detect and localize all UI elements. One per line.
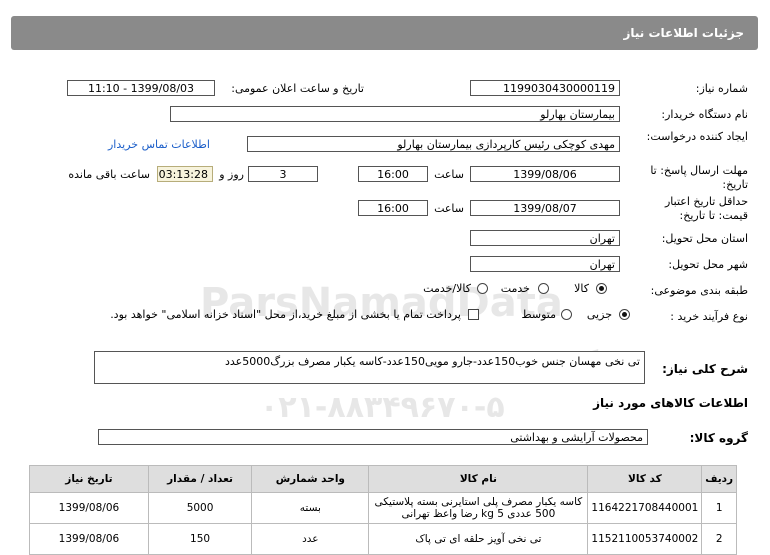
city-field: تهران [470,256,620,272]
creator-label: ایجاد کننده درخواست: [646,130,748,143]
province-label: استان محل تحویل: [661,232,748,245]
goods-table: ردیف کد کالا نام کالا واحد شمارش تعداد /… [29,465,737,555]
cell-unit: عدد [251,523,370,555]
cell-date: 1399/08/06 [29,492,149,524]
goods-info-title: اطلاعات کالاهای مورد نیاز [593,396,748,410]
category-goods-radio[interactable] [596,283,607,294]
reply-time-label: ساعت [434,168,464,181]
category-goods-label: کالا [574,282,589,295]
description-field: تی نخی مهسان جنس خوب150عدد-جارو مویی150ع… [94,351,645,384]
cell-row: 2 [701,523,737,555]
cell-date: 1399/08/06 [29,523,149,555]
announce-date-label: تاریخ و ساعت اعلان عمومی: [231,82,364,95]
validity-time-label: ساعت [434,202,464,215]
category-both-radio[interactable] [477,283,488,294]
cell-qty: 150 [147,523,253,555]
col-qty: تعداد / مقدار [147,465,253,493]
cell-name: تی نخی آویز حلقه ای تی پاک [368,523,589,555]
remaining-timer: 03:13:28 [157,166,213,182]
buyer-org-field: بیمارستان بهارلو [170,106,620,122]
table-row: 2 1152110053740002 تی نخی آویز حلقه ای ت… [29,523,737,555]
goods-group-field: محصولات آرایشی و بهداشتی [98,429,648,445]
cell-name: کاسه یکبار مصرف پلی استایرنی بسته پلاستی… [368,492,589,524]
cell-unit: بسته [251,492,370,524]
description-label: شرح کلی نیاز: [662,362,748,376]
category-label: طبقه بندی موضوعی: [650,284,748,297]
process-minor-radio[interactable] [619,309,630,320]
col-code: کد کالا [587,465,703,493]
page-header: جزئیات اطلاعات نیاز [11,16,758,50]
reply-days-field: 3 [248,166,318,182]
process-minor-label: جزیی [586,308,612,321]
cell-code: 1152110053740002 [587,523,703,555]
city-label: شهر محل تحویل: [668,258,748,271]
treasury-payment-note: پرداخت تمام یا بخشی از مبلغ خرید،از محل … [110,308,461,321]
category-both-label: کالا/خدمت [423,282,471,295]
cell-qty: 5000 [147,492,253,524]
announce-date-field: 1399/08/03 - 11:10 [67,80,215,96]
col-date: تاریخ نیاز [29,465,149,493]
creator-field: مهدی کوچکی رئیس کارپردازی بیمارستان بهار… [247,136,620,152]
treasury-payment-checkbox[interactable] [468,309,479,320]
page-title: جزئیات اطلاعات نیاز [623,26,744,40]
table-header-row: ردیف کد کالا نام کالا واحد شمارش تعداد /… [29,465,737,493]
category-service-label: خدمت [500,282,530,295]
validity-time-field: 16:00 [358,200,428,216]
col-unit: واحد شمارش [251,465,370,493]
reply-date-field: 1399/08/06 [470,166,620,182]
need-number-label: شماره نیاز: [695,82,748,95]
cell-code: 1164221708440001 [587,492,703,524]
need-number-field: 1199030430000119 [470,80,620,96]
buyer-org-label: نام دستگاه خریدار: [661,108,748,121]
watermark-phone: ۰۲۱-۸۸۳۴۹۶۷۰-۵ [260,390,505,425]
col-row: ردیف [701,465,737,493]
province-field: تهران [470,230,620,246]
col-name: نام کالا [368,465,589,493]
remaining-label: ساعت باقی مانده [68,168,150,181]
days-label: روز و [219,168,244,181]
price-validity-label: حداقل تاریخ اعتبار قیمت: تا تاریخ: [664,195,748,222]
goods-group-label: گروه کالا: [689,431,748,445]
purchase-process-label: نوع فرآیند خرید : [670,310,748,323]
cell-row: 1 [701,492,737,524]
process-medium-radio[interactable] [561,309,572,320]
process-medium-label: متوسط [521,308,556,321]
contact-buyer-link[interactable]: اطلاعات تماس خریدار [108,138,210,151]
category-service-radio[interactable] [538,283,549,294]
validity-date-field: 1399/08/07 [470,200,620,216]
reply-time-field: 16:00 [358,166,428,182]
table-row: 1 1164221708440001 کاسه یکبار مصرف پلی ا… [29,492,737,524]
reply-deadline-label: مهلت ارسال پاسخ: تا تاریخ: [650,164,748,191]
